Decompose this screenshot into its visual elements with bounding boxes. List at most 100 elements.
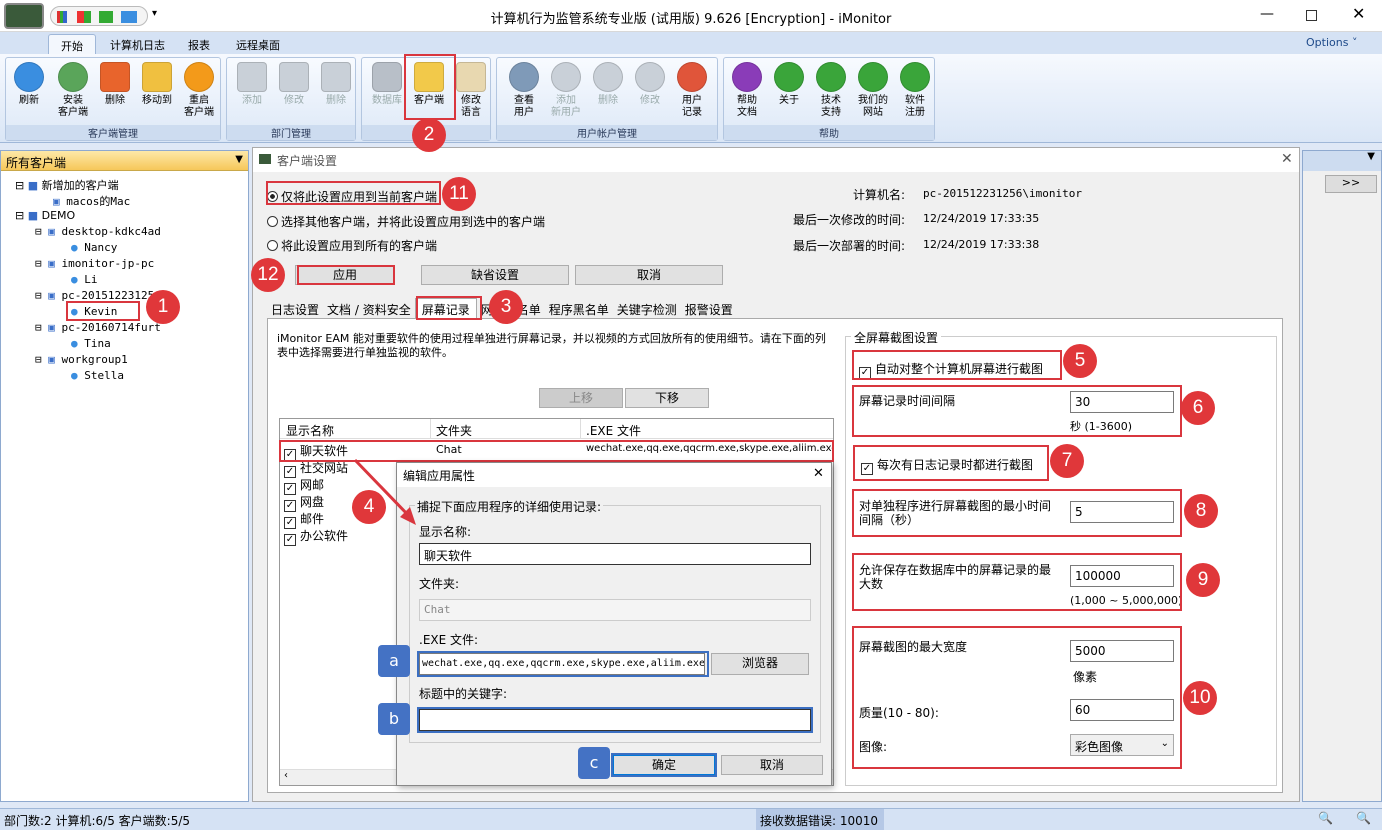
tab-computer-log[interactable]: 计算机日志 [98, 34, 177, 54]
tree-node-stella[interactable]: ● Stella [71, 369, 124, 382]
capture-caption: 捕捉下面应用程序的详细使用记录: [415, 498, 604, 515]
tree-node-mac[interactable]: ▣ macos的Mac [53, 193, 130, 209]
ribbon: 刷新 安装 客户端 删除 移动到 重启 客户端 客户端管理 添加 修改 删除 部… [0, 54, 1382, 143]
step-badge: 1 [146, 290, 180, 324]
highlight-box [66, 301, 140, 321]
close-icon[interactable]: ✕ [1352, 4, 1365, 23]
folder-input[interactable]: Chat [419, 599, 811, 621]
computer-name-value: pc-201512231256\imonitor [923, 187, 1082, 200]
tree-node-workgroup1[interactable]: ⊟ ▣ workgroup1 [35, 353, 128, 366]
move-up-button[interactable]: 上移 [539, 388, 623, 408]
restart-client-button[interactable]: 重启 客户端 [178, 62, 220, 119]
database-icon [372, 62, 402, 92]
zoom-in-icon[interactable]: 🔍 [1356, 811, 1371, 825]
website-button[interactable]: 我们的 网站 [852, 62, 894, 119]
tree-node-demo[interactable]: ⊟ ■ DEMO [15, 209, 75, 222]
tree-label: Nancy [84, 241, 118, 254]
add-user-button[interactable]: 添加 新用户 [545, 62, 587, 119]
radio-all[interactable]: 将此设置应用到所有的客户端 [267, 237, 437, 254]
tab-doc-security[interactable]: 文档 / 资料安全 [323, 299, 415, 320]
delete-dept-label: 删除 [326, 95, 346, 106]
delete-icon [100, 62, 130, 92]
tree-node-desktop[interactable]: ⊟ ▣ desktop-kdkc4ad [35, 225, 161, 238]
next-page-button[interactable]: >> [1325, 175, 1377, 193]
tab-app-blacklist[interactable]: 程序黑名单 [545, 299, 613, 320]
close-icon[interactable]: ✕ [813, 466, 824, 481]
step-badge: 6 [1181, 391, 1215, 425]
dialog-close-icon[interactable]: ✕ [1281, 151, 1293, 167]
cancel-button[interactable]: 取消 [575, 265, 723, 285]
maximize-icon[interactable] [1306, 10, 1317, 21]
highlight-box [297, 265, 395, 285]
database-button[interactable]: 数据库 [366, 62, 408, 107]
tree-label: DEMO [41, 209, 76, 222]
deployed-label: 最后一次部署的时间: [793, 239, 906, 253]
tab-reports[interactable]: 报表 [176, 34, 222, 54]
restart-icon [184, 62, 214, 92]
table-row[interactable]: ✓ 办公软件 [284, 527, 348, 546]
app-name: 网邮 [300, 478, 325, 492]
delete-client-button[interactable]: 删除 [94, 62, 136, 107]
refresh-button[interactable]: 刷新 [8, 62, 50, 107]
move-to-button[interactable]: 移动到 [136, 62, 178, 107]
dropdown-icon[interactable]: ▼ [235, 154, 243, 165]
delete-user-label: 删除 [598, 95, 618, 106]
highlight-box [853, 445, 1049, 481]
col-exe[interactable]: .EXE 文件 [586, 422, 641, 439]
add-dept-button[interactable]: 添加 [231, 62, 273, 107]
dropdown-icon[interactable]: ▼ [1303, 151, 1381, 171]
checkbox-icon[interactable]: ✓ [284, 534, 296, 546]
modified-label: 最后一次修改的时间: [793, 213, 906, 227]
view-users-button[interactable]: 查看 用户 [503, 62, 545, 119]
highlight-box [852, 385, 1182, 437]
tab-log-settings[interactable]: 日志设置 [267, 299, 323, 320]
status-counts: 部门数:2 计算机:6/5 客户端数:5/5 [4, 814, 191, 828]
group-label-dept: 部门管理 [227, 125, 355, 140]
language-button[interactable]: 修改 语言 [450, 62, 492, 119]
tree-header[interactable]: 所有客户端 ▼ [1, 151, 248, 171]
edit-icon [279, 62, 309, 92]
delete-user-button[interactable]: 删除 [587, 62, 629, 107]
tree-node-imonitor[interactable]: ⊟ ▣ imonitor-jp-pc [35, 257, 154, 270]
about-button[interactable]: 关于 [768, 62, 810, 107]
edit-dept-label: 修改 [284, 95, 304, 106]
sub-cancel-button[interactable]: 取消 [721, 755, 823, 775]
radio-selected[interactable]: 选择其他客户端，并将此设置应用到选中的客户端 [267, 213, 545, 230]
window-title: 计算机行为监管系统专业版 (试用版) 9.626 [Encryption] - … [490, 12, 892, 27]
user-log-button[interactable]: 用户 记录 [671, 62, 713, 119]
radio-icon [267, 216, 278, 227]
tree-node-nancy[interactable]: ● Nancy [71, 241, 117, 254]
minimize-icon[interactable]: — [1260, 6, 1274, 22]
status-errors: 接收数据错误: 10010 [756, 809, 884, 830]
tree-node-tina[interactable]: ● Tina [71, 337, 111, 350]
add-user-label: 添加 新用户 [551, 95, 581, 118]
support-button[interactable]: 技术 支持 [810, 62, 852, 119]
default-button[interactable]: 缺省设置 [421, 265, 569, 285]
edit-user-button[interactable]: 修改 [629, 62, 671, 107]
help-doc-button[interactable]: 帮助 文档 [726, 62, 768, 119]
move-down-button[interactable]: 下移 [625, 388, 709, 408]
tab-start[interactable]: 开始 [48, 34, 96, 54]
edit-dept-button[interactable]: 修改 [273, 62, 315, 107]
col-folder[interactable]: 文件夹 [436, 422, 472, 439]
tree-node-pc2016[interactable]: ⊟ ▣ pc-20160714furt [35, 321, 161, 334]
delete-dept-button[interactable]: 删除 [315, 62, 357, 107]
tree-node-li[interactable]: ● Li [71, 273, 98, 286]
move-icon [142, 62, 172, 92]
browse-button[interactable]: 浏览器 [711, 653, 809, 675]
delete-dept-icon [321, 62, 351, 92]
tree-label: macos的Mac [66, 195, 131, 208]
add-icon [237, 62, 267, 92]
col-display-name[interactable]: 显示名称 [286, 422, 334, 439]
zoom-out-icon[interactable]: 🔍 [1318, 811, 1333, 825]
blue-highlight [417, 707, 813, 733]
tab-remote-desktop[interactable]: 远程桌面 [224, 34, 292, 54]
name-input[interactable]: 聊天软件 [419, 543, 811, 565]
tab-alert[interactable]: 报警设置 [681, 299, 737, 320]
register-button[interactable]: 软件 注册 [894, 62, 936, 119]
tab-keyword[interactable]: 关键字检测 [613, 299, 681, 320]
options-menu[interactable]: Options ˅ [1306, 36, 1357, 49]
install-client-button[interactable]: 安装 客户端 [52, 62, 94, 119]
tree-node-new[interactable]: ⊟ ■ 新增加的客户端 [15, 177, 119, 193]
highlight-box [266, 181, 441, 205]
